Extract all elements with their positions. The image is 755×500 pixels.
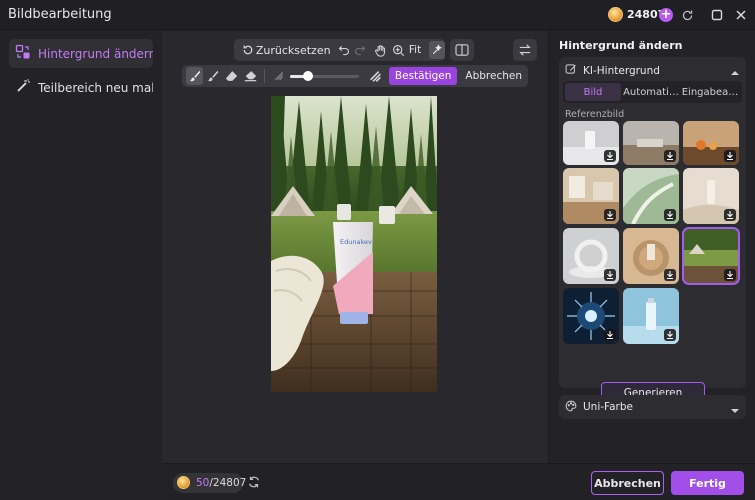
download-icon[interactable] (724, 150, 736, 162)
refresh-credits-icon[interactable] (247, 475, 261, 492)
reference-thumb[interactable] (563, 168, 619, 224)
sidebar-item-repaint-area[interactable]: Teilbereich neu mal… (9, 73, 153, 102)
split-view-icon (455, 44, 469, 56)
hand-pan-icon[interactable] (372, 41, 388, 59)
brush-size-small-icon (271, 67, 287, 85)
ai-background-section: KI-Hintergrund Bild Automati… Eingabea… … (559, 57, 746, 403)
download-icon[interactable] (604, 329, 616, 341)
reference-thumb[interactable] (623, 288, 679, 344)
reference-thumb[interactable] (683, 121, 739, 165)
reset-icon (240, 41, 256, 59)
brush-size-slider[interactable] (290, 70, 360, 81)
chevron-down-icon[interactable] (731, 404, 739, 417)
download-icon[interactable] (724, 269, 736, 281)
chevron-up-icon[interactable] (731, 66, 739, 79)
slider-knob[interactable] (302, 70, 313, 81)
download-icon[interactable] (664, 150, 676, 162)
fit-button[interactable]: Fit (409, 44, 421, 56)
reference-thumb[interactable] (623, 168, 679, 224)
download-icon[interactable] (664, 269, 676, 281)
reference-thumb[interactable] (683, 168, 739, 224)
coin-icon (608, 7, 623, 22)
download-icon[interactable] (604, 150, 616, 162)
download-icon[interactable] (604, 209, 616, 221)
reference-thumb[interactable] (563, 228, 619, 284)
reset-button[interactable]: Zurücksetzen (256, 44, 331, 57)
tool-sidebar: Hintergrund ändern Teilbereich neu mal… (0, 31, 162, 500)
ai-background-title: KI-Hintergrund (583, 64, 660, 77)
cancel-button[interactable]: Abbrechen (591, 471, 664, 495)
credit-usage-total: /24807 (209, 477, 247, 489)
brush-icon[interactable] (205, 67, 221, 85)
view-toolbar: Zurücksetzen Fit (234, 39, 446, 61)
reference-thumb[interactable] (623, 228, 679, 284)
sidebar-item-label: Hintergrund ändern (38, 46, 153, 61)
done-button[interactable]: Fertig (671, 471, 744, 495)
reference-thumb-selected[interactable] (682, 227, 740, 285)
product-scene-illustration: Edunakev (271, 96, 437, 392)
compare-mask-icon[interactable] (429, 41, 446, 59)
credit-usage-used: 50 (196, 477, 210, 489)
background-swap-icon (15, 44, 31, 63)
sidebar-item-change-background[interactable]: Hintergrund ändern (9, 39, 153, 68)
source-tabs: Bild Automati… Eingabea… (563, 81, 742, 103)
brush-size-large-icon (367, 67, 383, 85)
tab-automatic[interactable]: Automati… (621, 83, 681, 101)
close-icon[interactable] (732, 6, 750, 24)
window-title: Bildbearbeitung (8, 7, 112, 22)
eraser-fill-icon[interactable] (242, 67, 258, 85)
canvas-area: Zurücksetzen Fit Bestätigen Abbrechen Ed… (162, 31, 548, 463)
undo-icon[interactable] (337, 41, 353, 59)
ai-edit-icon (565, 63, 577, 78)
eraser-icon[interactable] (224, 67, 240, 85)
ai-background-header[interactable]: KI-Hintergrund (565, 63, 660, 78)
credit-usage-pill: 50/24807 (173, 473, 246, 493)
download-icon[interactable] (664, 329, 676, 341)
add-credits-button[interactable]: + (659, 8, 673, 22)
reference-thumb[interactable] (623, 121, 679, 165)
zoom-in-icon[interactable] (391, 41, 407, 59)
palette-icon (565, 400, 577, 415)
confirm-button[interactable]: Bestätigen (388, 67, 458, 85)
credit-usage-text: 50/24807 (196, 477, 246, 489)
settings-panel: Hintergrund ändern KI-Hintergrund Bild A… (548, 31, 755, 463)
download-icon[interactable] (724, 209, 736, 221)
solid-color-title: Uni-Farbe (583, 401, 633, 413)
solid-color-section[interactable]: Uni-Farbe (559, 395, 746, 419)
brush-add-icon[interactable] (186, 67, 204, 85)
brush-toolbar: Bestätigen Abbrechen (182, 65, 528, 87)
cancel-edit-button[interactable]: Abbrechen (459, 67, 528, 85)
swap-arrows-icon (519, 44, 531, 56)
title-bar: Bildbearbeitung 24807 + (0, 0, 755, 30)
refresh-icon[interactable] (678, 6, 696, 24)
maximize-icon[interactable] (708, 6, 726, 24)
magic-wand-icon (15, 78, 31, 97)
bottom-bar: 50/24807 Abbrechen Fertig (162, 463, 755, 500)
download-icon[interactable] (664, 209, 676, 221)
tab-input[interactable]: Eingabea… (681, 83, 739, 101)
swap-button[interactable] (513, 39, 537, 61)
split-view-button[interactable] (450, 39, 474, 61)
toolbar-divider (263, 69, 265, 83)
coin-icon (177, 476, 190, 489)
product-image[interactable]: Edunakev (271, 96, 437, 392)
redo-icon[interactable] (352, 41, 368, 59)
reference-thumb[interactable] (563, 121, 619, 165)
reference-thumb[interactable] (563, 288, 619, 344)
panel-heading: Hintergrund ändern (559, 39, 683, 52)
product-brand-label: Edunakev (340, 238, 372, 246)
reference-image-label: Referenzbild (565, 109, 625, 120)
download-icon[interactable] (604, 269, 616, 281)
sidebar-item-label: Teilbereich neu mal… (38, 80, 153, 95)
tab-image[interactable]: Bild (565, 83, 621, 101)
